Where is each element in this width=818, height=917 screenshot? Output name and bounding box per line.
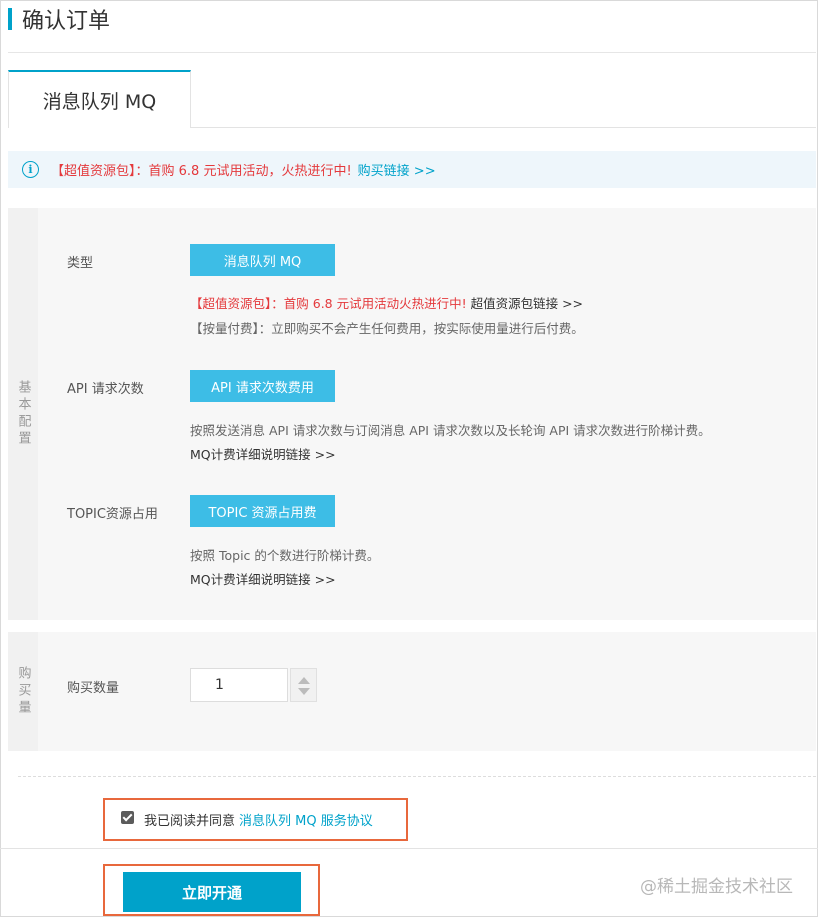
type-mq-button[interactable]: 消息队列 MQ bbox=[190, 244, 335, 276]
type-billing-prefix: 【按量付费】： bbox=[190, 321, 272, 336]
quantity-label: 购买数量 bbox=[67, 681, 120, 696]
tab-mq[interactable]: 消息队列 MQ bbox=[8, 70, 191, 128]
api-fee-button[interactable]: API 请求次数费用 bbox=[190, 370, 335, 402]
notice-buy-link[interactable]: 购买链接 >> bbox=[358, 160, 436, 179]
quantity-input[interactable]: 1 bbox=[190, 668, 288, 702]
info-icon: i bbox=[22, 161, 39, 178]
title-divider bbox=[8, 52, 816, 53]
quantity-stepper[interactable] bbox=[290, 668, 317, 702]
stepper-down-icon[interactable] bbox=[298, 688, 310, 695]
basic-config-label-text: 基本配置 bbox=[15, 380, 31, 448]
purchase-label: 购买量 bbox=[8, 632, 38, 751]
type-billing-desc: 【按量付费】：立即购买不会产生任何费用，按实际使用量进行后付费。 bbox=[190, 318, 584, 337]
notice-prefix: 【超值资源包】： bbox=[51, 164, 149, 179]
basic-config-section: 基本配置 bbox=[8, 208, 816, 620]
type-promo-desc: 【超值资源包】：首购 6.8 元试用活动火热进行中! 超值资源包链接 >> bbox=[190, 293, 583, 312]
topic-pricing-link[interactable]: MQ计费详细说明链接 >> bbox=[190, 569, 336, 588]
purchase-section: 购买量 bbox=[8, 632, 816, 751]
page-title-text: 确认订单 bbox=[22, 9, 111, 34]
promo-notice: i 【超值资源包】： 首购 6.8 元试用活动，火热进行中! 购买链接 >> bbox=[8, 151, 816, 188]
agreement-checkbox[interactable] bbox=[121, 811, 134, 824]
agreement-link[interactable]: 消息队列 MQ 服务协议 bbox=[239, 810, 373, 829]
api-label: API 请求次数 bbox=[67, 382, 144, 397]
tab-mq-label: 消息队列 MQ bbox=[42, 90, 157, 113]
submit-button[interactable]: 立即开通 bbox=[123, 872, 301, 912]
purchase-label-text: 购买量 bbox=[15, 666, 31, 717]
topic-label: TOPIC资源占用 bbox=[67, 507, 158, 522]
submit-highlight: 立即开通 bbox=[103, 864, 320, 916]
api-desc: 按照发送消息 API 请求次数与订阅消息 API 请求次数以及长轮询 API 请… bbox=[190, 423, 711, 438]
topic-fee-button[interactable]: TOPIC 资源占用费 bbox=[190, 495, 335, 527]
topic-desc: 按照 Topic 的个数进行阶梯计费。 bbox=[190, 548, 380, 563]
dashed-divider bbox=[18, 776, 816, 777]
type-promo-prefix: 【超值资源包】： bbox=[190, 296, 284, 311]
type-billing-text: 立即购买不会产生任何费用，按实际使用量进行后付费。 bbox=[271, 321, 584, 336]
notice-text: 首购 6.8 元试用活动，火热进行中! bbox=[148, 164, 352, 179]
type-promo-link[interactable]: 超值资源包链接 >> bbox=[471, 296, 583, 311]
agreement-text: 我已阅读并同意 bbox=[144, 814, 236, 829]
api-pricing-link[interactable]: MQ计费详细说明链接 >> bbox=[190, 444, 336, 463]
agreement-row: 我已阅读并同意 消息队列 MQ 服务协议 bbox=[103, 798, 408, 841]
purchase-body bbox=[38, 632, 816, 751]
type-promo-text: 首购 6.8 元试用活动火热进行中! bbox=[283, 296, 467, 311]
watermark: @稀土掘金技术社区 bbox=[640, 877, 793, 897]
title-accent-bar bbox=[8, 8, 12, 30]
basic-config-label: 基本配置 bbox=[8, 208, 38, 620]
stepper-up-icon[interactable] bbox=[298, 677, 310, 684]
basic-config-body bbox=[38, 208, 816, 620]
footer-divider bbox=[0, 848, 818, 849]
page-title: 确认订单 bbox=[8, 0, 110, 38]
type-label: 类型 bbox=[67, 256, 94, 271]
